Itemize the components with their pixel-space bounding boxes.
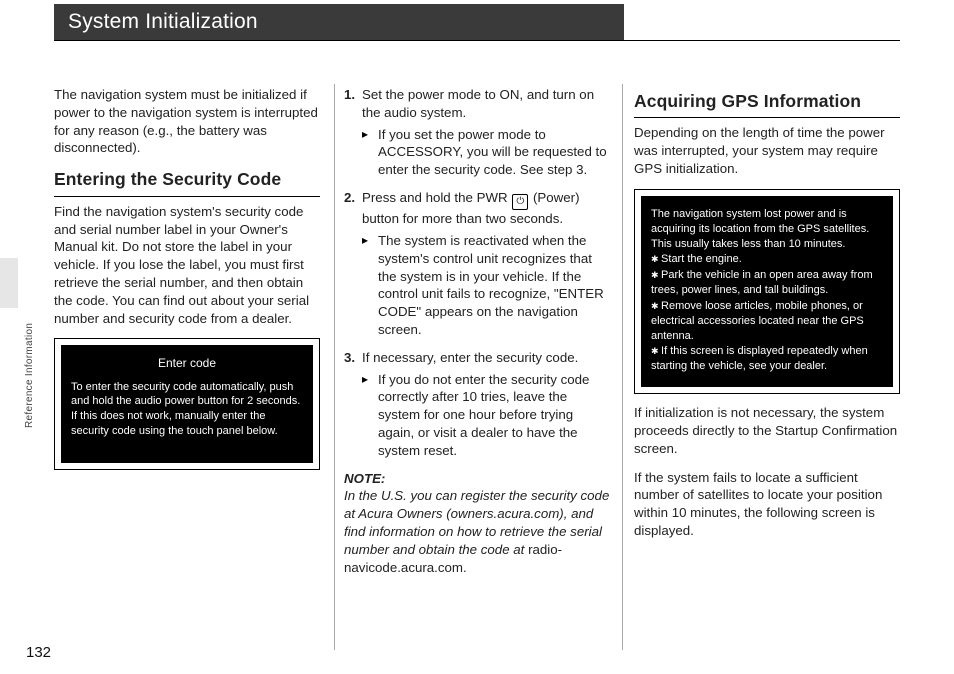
note-heading: NOTE:: [344, 471, 385, 486]
page-title: System Initialization: [68, 10, 258, 34]
enter-code-body: To enter the security code automatically…: [71, 380, 303, 439]
security-code-body: Find the navigation system's security co…: [54, 203, 320, 328]
enter-code-screen: Enter code To enter the security code au…: [54, 338, 320, 470]
gps-intro: Depending on the length of time the powe…: [634, 124, 900, 177]
gps-line-2: Start the engine.: [651, 252, 883, 267]
enter-code-title: Enter code: [71, 355, 303, 371]
power-icon: ⏻: [512, 194, 528, 210]
top-rule: [54, 40, 900, 41]
enter-code-screen-inner: Enter code To enter the security code au…: [61, 345, 313, 463]
gps-line-4: Remove loose articles, mobile phones, or…: [651, 299, 883, 344]
column-2: Set the power mode to ON, and turn on th…: [344, 86, 610, 588]
gps-line-3: Park the vehicle in an open area away fr…: [651, 268, 883, 298]
column-3: Acquiring GPS Information Depending on t…: [634, 86, 900, 588]
step-2-text-a: Press and hold the PWR: [362, 190, 511, 205]
heading-security-code: Entering the Security Code: [54, 168, 320, 196]
gps-p2: If initialization is not necessary, the …: [634, 404, 900, 457]
steps-list: Set the power mode to ON, and turn on th…: [344, 86, 610, 460]
step-2: Press and hold the PWR ⏻ (Power) button …: [344, 189, 610, 339]
heading-gps: Acquiring GPS Information: [634, 90, 900, 118]
side-section-label: Reference Information: [24, 323, 35, 428]
gps-screen: The navigation system lost power and is …: [634, 189, 900, 394]
step-3: If necessary, enter the security code. I…: [344, 349, 610, 460]
note-body-italic: In the U.S. you can register the securit…: [344, 488, 609, 556]
step-1-sub: If you set the power mode to ACCESSORY, …: [362, 126, 610, 179]
page-number: 132: [26, 644, 51, 661]
step-3-sub: If you do not enter the security code co…: [362, 371, 610, 460]
step-2-sub: The system is reactivated when the syste…: [362, 232, 610, 339]
gps-line-5: If this screen is displayed repeatedly w…: [651, 344, 883, 374]
step-3-text: If necessary, enter the security code.: [362, 350, 578, 365]
content-columns: The navigation system must be initialize…: [54, 86, 900, 588]
page-title-bar: System Initialization: [54, 4, 624, 40]
note: NOTE: In the U.S. you can register the s…: [344, 470, 610, 577]
gps-p3: If the system fails to locate a sufficie…: [634, 469, 900, 540]
step-1-text: Set the power mode to ON, and turn on th…: [362, 87, 594, 120]
column-1: The navigation system must be initialize…: [54, 86, 320, 588]
intro-text: The navigation system must be initialize…: [54, 86, 320, 157]
side-tab: [0, 258, 18, 308]
gps-line-1: The navigation system lost power and is …: [651, 207, 883, 252]
step-1: Set the power mode to ON, and turn on th…: [344, 86, 610, 179]
gps-screen-inner: The navigation system lost power and is …: [641, 196, 893, 387]
